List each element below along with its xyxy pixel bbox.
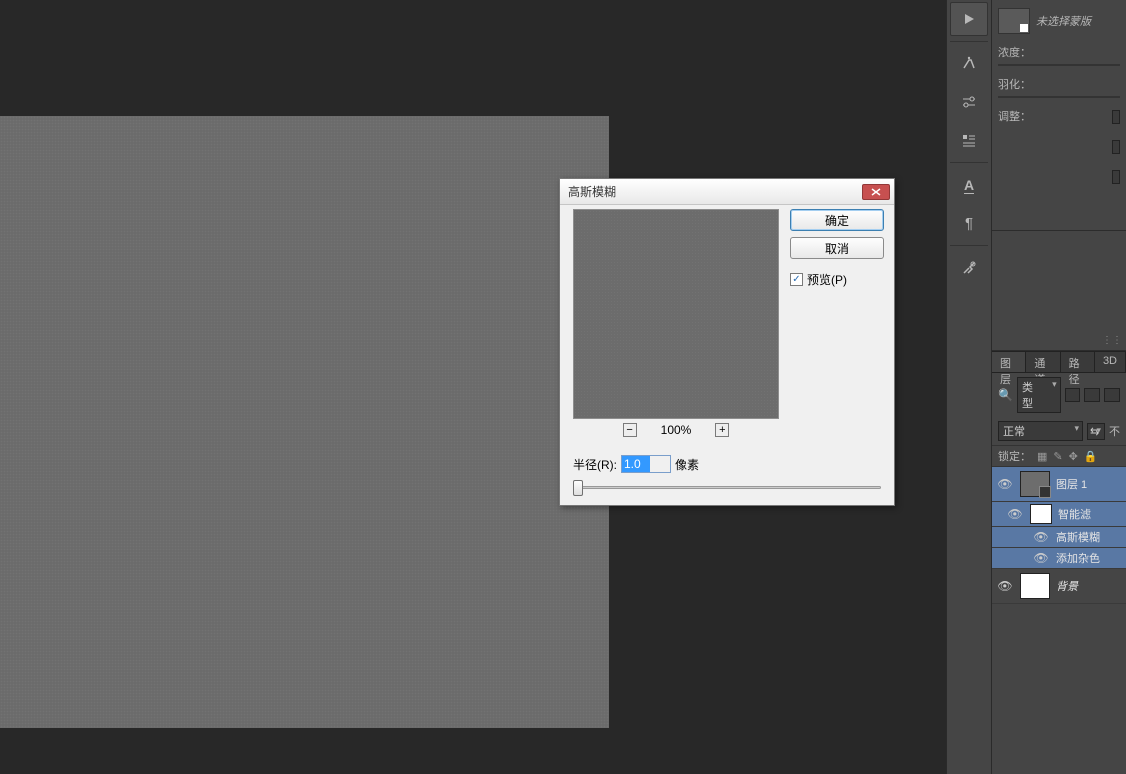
visibility-toggle[interactable]: 👁 — [1032, 530, 1050, 544]
paragraph-icon[interactable]: ¶ — [950, 206, 988, 240]
tab-paths[interactable]: 路径 — [1061, 352, 1095, 372]
adjustments-label: 调整： — [998, 108, 1120, 124]
character-icon[interactable]: A — [950, 168, 988, 202]
vertical-toolbar: A ¶ — [946, 0, 992, 774]
masks-panel: 未选择蒙版 浓度： 羽化： 调整： — [992, 0, 1126, 231]
sliders-icon[interactable] — [950, 85, 988, 119]
visibility-toggle[interactable]: 👁 — [996, 579, 1014, 593]
play-actions-icon[interactable] — [950, 2, 988, 36]
visibility-toggle[interactable]: 👁 — [1032, 551, 1050, 565]
filter-name[interactable]: 高斯模糊 — [1056, 529, 1100, 545]
radius-row: 半径(R): 像素 — [573, 455, 699, 473]
preview-checkbox[interactable]: ✓ — [790, 273, 803, 286]
filter-pixel-icon[interactable] — [1065, 388, 1081, 402]
layer-thumbnail[interactable] — [1020, 471, 1050, 497]
cancel-button[interactable]: 取消 — [790, 237, 884, 259]
dialog-titlebar[interactable]: 高斯模糊 — [560, 179, 894, 205]
zoom-value: 100% — [661, 423, 692, 437]
lock-label: 锁定： — [998, 448, 1031, 464]
close-button[interactable] — [862, 184, 890, 200]
paragraph-styles-icon[interactable] — [950, 123, 988, 157]
filter-adjust-icon[interactable] — [1084, 388, 1100, 402]
radius-slider[interactable] — [573, 480, 883, 494]
density-label: 浓度： — [998, 44, 1120, 60]
lock-row: 锁定： ▦ ✎ ✥ 🔒 — [992, 445, 1126, 467]
opacity-control[interactable]: ⇆ — [1087, 423, 1105, 440]
lock-position-icon[interactable]: ✥ — [1069, 450, 1078, 463]
filter-kind-dropdown[interactable]: 类型 — [1017, 377, 1061, 413]
toolbar-divider — [950, 162, 988, 163]
radius-label: 半径(R): — [573, 456, 617, 473]
zoom-controls: − 100% + — [573, 423, 779, 437]
lock-all-icon[interactable]: 🔒 — [1084, 450, 1098, 463]
radius-unit: 像素 — [675, 456, 699, 473]
blend-mode-dropdown[interactable]: 正常 — [998, 421, 1083, 441]
tools-icon[interactable] — [950, 251, 988, 285]
feather-slider[interactable] — [998, 96, 1120, 98]
layer-row[interactable]: 👁 图层 1 — [992, 467, 1126, 502]
filter-type-icon[interactable] — [1104, 388, 1120, 402]
adjustment-button[interactable] — [1112, 110, 1120, 124]
filter-name[interactable]: 添加杂色 — [1056, 550, 1100, 566]
tab-channels[interactable]: 通道 — [1026, 352, 1060, 372]
search-icon: 🔍 — [998, 388, 1013, 402]
panel-spacer: ⋮⋮ — [992, 231, 1126, 351]
layer-thumbnail[interactable] — [1020, 573, 1050, 599]
zoom-in-button[interactable]: + — [715, 423, 729, 437]
layer-row[interactable]: 👁 背景 — [992, 569, 1126, 604]
dialog-title: 高斯模糊 — [568, 183, 862, 200]
tab-layers[interactable]: 图层 — [992, 352, 1026, 372]
filter-item[interactable]: 👁 添加杂色 — [992, 548, 1126, 569]
filter-preview[interactable] — [573, 209, 779, 419]
preview-checkbox-row: ✓ 预览(P) — [790, 271, 884, 288]
mask-thumbnail[interactable] — [998, 8, 1030, 34]
ok-button[interactable]: 确定 — [790, 209, 884, 231]
slider-thumb[interactable] — [573, 480, 583, 496]
layers-panel-tabs: 图层 通道 路径 3D — [992, 351, 1126, 373]
zoom-out-button[interactable]: − — [623, 423, 637, 437]
visibility-toggle[interactable]: 👁 — [1006, 507, 1024, 521]
toolbar-divider — [950, 41, 988, 42]
layer-filter-row: 🔍 类型 — [992, 373, 1126, 417]
lock-transparency-icon[interactable]: ▦ — [1037, 450, 1047, 463]
smart-filter-mask[interactable] — [1030, 504, 1052, 524]
toolbar-divider — [950, 245, 988, 246]
filter-item[interactable]: 👁 高斯模糊 — [992, 527, 1126, 548]
preview-checkbox-label[interactable]: 预览(P) — [807, 271, 847, 288]
adjustment-button[interactable] — [1112, 170, 1120, 184]
document-canvas[interactable] — [0, 116, 609, 728]
dialog-body: − 100% + 确定 取消 ✓ 预览(P) 半径(R): 像素 — [560, 205, 894, 505]
radius-input[interactable] — [621, 455, 671, 473]
adjustment-button[interactable] — [1112, 140, 1120, 154]
mask-status-label: 未选择蒙版 — [1036, 13, 1091, 29]
opacity-label: 不 — [1109, 423, 1120, 439]
visibility-toggle[interactable]: 👁 — [996, 477, 1014, 491]
layer-name[interactable]: 背景 — [1056, 578, 1078, 594]
layer-name[interactable]: 图层 1 — [1056, 476, 1087, 492]
gaussian-blur-dialog[interactable]: 高斯模糊 − 100% + 确定 取消 ✓ 预览(P) 半径(R): 像素 — [559, 178, 895, 506]
feather-label: 羽化： — [998, 76, 1120, 92]
right-sidebar: 未选择蒙版 浓度： 羽化： 调整： ⋮⋮ 图层 通道 路径 3D 🔍 类型 — [992, 0, 1126, 774]
tab-3d[interactable]: 3D — [1095, 352, 1126, 372]
blend-opacity-row: 正常 ⇆ 不 — [992, 417, 1126, 445]
brush-icon[interactable] — [950, 47, 988, 81]
smart-filters-label: 智能滤 — [1058, 506, 1091, 522]
layer-list: 👁 图层 1 👁 智能滤 👁 高斯模糊 👁 添加杂色 👁 背景 — [992, 467, 1126, 604]
density-slider[interactable] — [998, 64, 1120, 66]
smart-filters-row[interactable]: 👁 智能滤 — [992, 502, 1126, 527]
lock-image-icon[interactable]: ✎ — [1053, 450, 1062, 463]
